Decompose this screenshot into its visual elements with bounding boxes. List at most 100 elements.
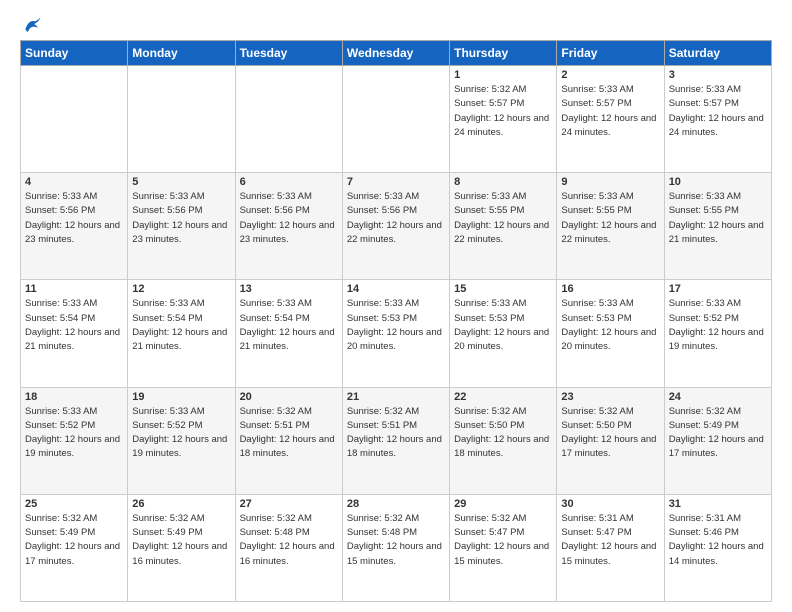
calendar-cell: 12 Sunrise: 5:33 AMSunset: 5:54 PMDayligh… xyxy=(128,280,235,387)
calendar-cell: 24 Sunrise: 5:32 AMSunset: 5:49 PMDayligh… xyxy=(664,387,771,494)
calendar-cell: 21 Sunrise: 5:32 AMSunset: 5:51 PMDayligh… xyxy=(342,387,449,494)
day-number: 12 xyxy=(132,283,230,295)
day-info: Sunrise: 5:32 AMSunset: 5:50 PMDaylight:… xyxy=(561,405,659,462)
calendar-cell: 27 Sunrise: 5:32 AMSunset: 5:48 PMDayligh… xyxy=(235,494,342,601)
day-info: Sunrise: 5:33 AMSunset: 5:56 PMDaylight:… xyxy=(132,190,230,247)
header xyxy=(20,16,772,32)
day-info: Sunrise: 5:33 AMSunset: 5:57 PMDaylight:… xyxy=(669,83,767,140)
logo-bird-icon xyxy=(22,16,42,36)
day-info: Sunrise: 5:32 AMSunset: 5:49 PMDaylight:… xyxy=(132,512,230,569)
day-number: 16 xyxy=(561,283,659,295)
day-info: Sunrise: 5:33 AMSunset: 5:54 PMDaylight:… xyxy=(132,297,230,354)
calendar-cell: 30 Sunrise: 5:31 AMSunset: 5:47 PMDayligh… xyxy=(557,494,664,601)
calendar-cell xyxy=(235,66,342,173)
day-info: Sunrise: 5:33 AMSunset: 5:55 PMDaylight:… xyxy=(669,190,767,247)
day-number: 30 xyxy=(561,498,659,510)
day-info: Sunrise: 5:33 AMSunset: 5:53 PMDaylight:… xyxy=(347,297,445,354)
calendar-cell: 14 Sunrise: 5:33 AMSunset: 5:53 PMDayligh… xyxy=(342,280,449,387)
day-info: Sunrise: 5:33 AMSunset: 5:53 PMDaylight:… xyxy=(561,297,659,354)
calendar-cell: 29 Sunrise: 5:32 AMSunset: 5:47 PMDayligh… xyxy=(450,494,557,601)
day-number: 6 xyxy=(240,176,338,188)
day-info: Sunrise: 5:33 AMSunset: 5:56 PMDaylight:… xyxy=(25,190,123,247)
weekday-header: Thursday xyxy=(450,41,557,66)
calendar-cell: 7Sunrise: 5:33 AMSunset: 5:56 PMDaylight… xyxy=(342,173,449,280)
day-number: 20 xyxy=(240,391,338,403)
day-info: Sunrise: 5:31 AMSunset: 5:46 PMDaylight:… xyxy=(669,512,767,569)
day-number: 28 xyxy=(347,498,445,510)
calendar-cell: 13 Sunrise: 5:33 AMSunset: 5:54 PMDayligh… xyxy=(235,280,342,387)
calendar-table: SundayMondayTuesdayWednesdayThursdayFrid… xyxy=(20,40,772,602)
day-number: 24 xyxy=(669,391,767,403)
calendar-cell: 8 Sunrise: 5:33 AMSunset: 5:55 PMDaylight… xyxy=(450,173,557,280)
day-number: 23 xyxy=(561,391,659,403)
calendar-cell xyxy=(21,66,128,173)
day-number: 17 xyxy=(669,283,767,295)
day-number: 5 xyxy=(132,176,230,188)
day-number: 31 xyxy=(669,498,767,510)
day-info: Sunrise: 5:32 AMSunset: 5:57 PMDaylight:… xyxy=(454,83,552,140)
day-info: Sunrise: 5:33 AMSunset: 5:55 PMDaylight:… xyxy=(454,190,552,247)
calendar-cell: 11Sunrise: 5:33 AMSunset: 5:54 PMDayligh… xyxy=(21,280,128,387)
day-info: Sunrise: 5:32 AMSunset: 5:48 PMDaylight:… xyxy=(347,512,445,569)
day-number: 19 xyxy=(132,391,230,403)
calendar-cell: 19 Sunrise: 5:33 AMSunset: 5:52 PMDayligh… xyxy=(128,387,235,494)
day-info: Sunrise: 5:33 AMSunset: 5:57 PMDaylight:… xyxy=(561,83,659,140)
day-info: Sunrise: 5:33 AMSunset: 5:52 PMDaylight:… xyxy=(669,297,767,354)
calendar-cell xyxy=(342,66,449,173)
logo xyxy=(20,16,42,32)
day-number: 9 xyxy=(561,176,659,188)
day-info: Sunrise: 5:32 AMSunset: 5:47 PMDaylight:… xyxy=(454,512,552,569)
calendar-cell: 4 Sunrise: 5:33 AMSunset: 5:56 PMDaylight… xyxy=(21,173,128,280)
page: SundayMondayTuesdayWednesdayThursdayFrid… xyxy=(0,0,792,612)
calendar-cell: 25Sunrise: 5:32 AMSunset: 5:49 PMDayligh… xyxy=(21,494,128,601)
weekday-header: Wednesday xyxy=(342,41,449,66)
day-info: Sunrise: 5:32 AMSunset: 5:50 PMDaylight:… xyxy=(454,405,552,462)
day-info: Sunrise: 5:32 AMSunset: 5:51 PMDaylight:… xyxy=(347,405,445,462)
weekday-header: Friday xyxy=(557,41,664,66)
day-number: 26 xyxy=(132,498,230,510)
day-number: 8 xyxy=(454,176,552,188)
day-number: 10 xyxy=(669,176,767,188)
weekday-header: Monday xyxy=(128,41,235,66)
calendar-cell: 15Sunrise: 5:33 AMSunset: 5:53 PMDayligh… xyxy=(450,280,557,387)
calendar-cell: 5 Sunrise: 5:33 AMSunset: 5:56 PMDaylight… xyxy=(128,173,235,280)
calendar-week-row: 4 Sunrise: 5:33 AMSunset: 5:56 PMDaylight… xyxy=(21,173,772,280)
day-number: 25 xyxy=(25,498,123,510)
day-info: Sunrise: 5:33 AMSunset: 5:52 PMDaylight:… xyxy=(132,405,230,462)
calendar-cell: 9 Sunrise: 5:33 AMSunset: 5:55 PMDaylight… xyxy=(557,173,664,280)
day-info: Sunrise: 5:33 AMSunset: 5:55 PMDaylight:… xyxy=(561,190,659,247)
day-info: Sunrise: 5:32 AMSunset: 5:51 PMDaylight:… xyxy=(240,405,338,462)
calendar-cell: 20 Sunrise: 5:32 AMSunset: 5:51 PMDayligh… xyxy=(235,387,342,494)
day-number: 27 xyxy=(240,498,338,510)
day-info: Sunrise: 5:31 AMSunset: 5:47 PMDaylight:… xyxy=(561,512,659,569)
day-info: Sunrise: 5:32 AMSunset: 5:48 PMDaylight:… xyxy=(240,512,338,569)
calendar-cell: 22Sunrise: 5:32 AMSunset: 5:50 PMDayligh… xyxy=(450,387,557,494)
calendar-week-row: 11Sunrise: 5:33 AMSunset: 5:54 PMDayligh… xyxy=(21,280,772,387)
day-number: 21 xyxy=(347,391,445,403)
day-number: 4 xyxy=(25,176,123,188)
logo-text xyxy=(20,16,42,36)
day-number: 14 xyxy=(347,283,445,295)
day-number: 15 xyxy=(454,283,552,295)
weekday-header: Saturday xyxy=(664,41,771,66)
calendar-week-row: 25 Sunrise: 5:32 AMSunset: 5:49 PMDayligh… xyxy=(21,494,772,601)
calendar-cell: 16 Sunrise: 5:33 AMSunset: 5:53 PMDayligh… xyxy=(557,280,664,387)
calendar-cell: 2Sunrise: 5:33 AMSunset: 5:57 PMDaylight… xyxy=(557,66,664,173)
calendar-week-row: 1 Sunrise: 5:32 AMSunset: 5:57 PMDaylight… xyxy=(21,66,772,173)
calendar-header-row: SundayMondayTuesdayWednesdayThursdayFrid… xyxy=(21,41,772,66)
weekday-header: Sunday xyxy=(21,41,128,66)
calendar-week-row: 18Sunrise: 5:33 AMSunset: 5:52 PMDayligh… xyxy=(21,387,772,494)
day-number: 1 xyxy=(454,69,552,81)
day-info: Sunrise: 5:33 AMSunset: 5:54 PMDaylight:… xyxy=(240,297,338,354)
calendar-cell xyxy=(128,66,235,173)
weekday-header: Tuesday xyxy=(235,41,342,66)
day-number: 7 xyxy=(347,176,445,188)
calendar-cell: 26 Sunrise: 5:32 AMSunset: 5:49 PMDayligh… xyxy=(128,494,235,601)
day-number: 13 xyxy=(240,283,338,295)
day-number: 3 xyxy=(669,69,767,81)
day-number: 29 xyxy=(454,498,552,510)
calendar-cell: 1 Sunrise: 5:32 AMSunset: 5:57 PMDaylight… xyxy=(450,66,557,173)
day-info: Sunrise: 5:32 AMSunset: 5:49 PMDaylight:… xyxy=(669,405,767,462)
day-info: Sunrise: 5:33 AMSunset: 5:54 PMDaylight:… xyxy=(25,297,123,354)
calendar-cell: 17 Sunrise: 5:33 AMSunset: 5:52 PMDayligh… xyxy=(664,280,771,387)
